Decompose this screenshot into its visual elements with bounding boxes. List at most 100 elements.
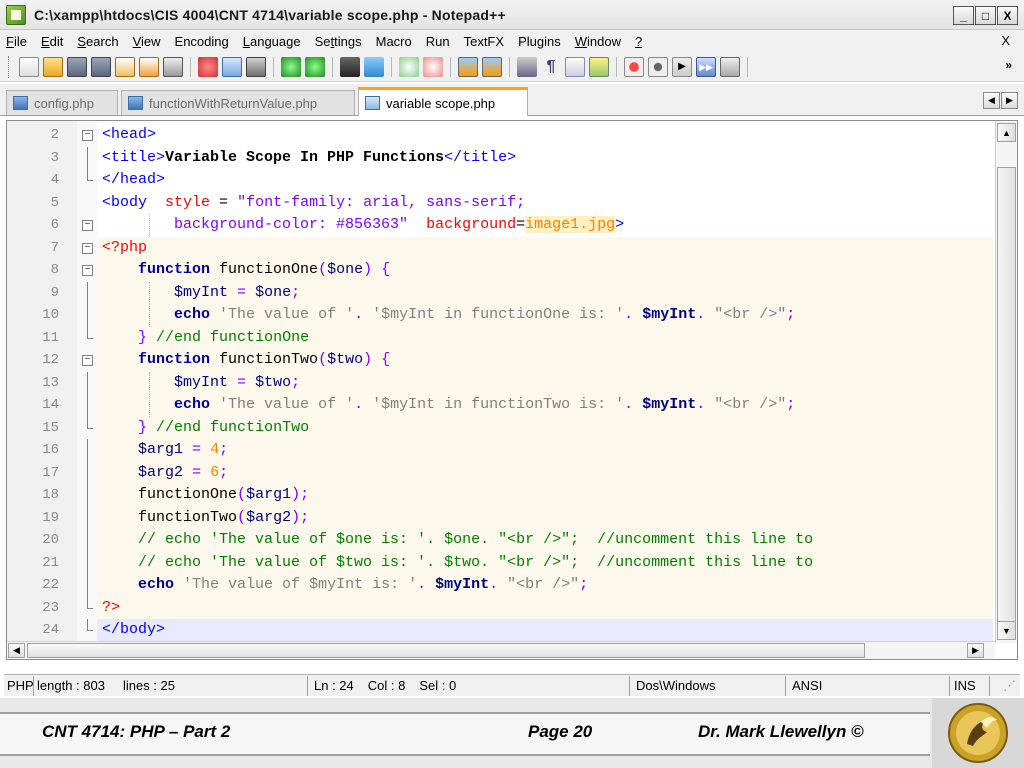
close-all-icon[interactable] xyxy=(139,56,159,77)
fold-line xyxy=(87,371,88,394)
tab-config-php[interactable]: config.php xyxy=(6,90,118,115)
vertical-scroll-thumb[interactable] xyxy=(997,167,1016,623)
code-line: 2 − <head> xyxy=(51,124,993,147)
show-all-chars-icon[interactable]: ¶ xyxy=(541,57,561,77)
line-number: 24 xyxy=(42,622,59,638)
menu-encoding[interactable]: Encoding xyxy=(175,34,229,49)
line-number: 21 xyxy=(42,554,59,571)
tab-variable-scope[interactable]: variable scope.php xyxy=(358,87,528,116)
fold-line xyxy=(87,146,88,169)
scroll-right-icon[interactable]: ▶ xyxy=(967,643,984,658)
scroll-up-icon[interactable]: ▲ xyxy=(997,123,1016,142)
save-all-icon[interactable] xyxy=(91,56,111,77)
code-text: <?php xyxy=(102,238,148,256)
resize-grip-icon[interactable]: ⋰ xyxy=(990,678,1020,694)
code-editor[interactable]: 2 − <head> 3 <title>Variable Scope In PH… xyxy=(6,120,1018,660)
toolbar-separator xyxy=(450,56,451,77)
maximize-button[interactable]: □ xyxy=(975,6,996,25)
line-number: 22 xyxy=(42,577,59,593)
code-line: 21 // echo 'The value of $two is: '. $tw… xyxy=(42,551,993,574)
scroll-down-icon[interactable]: ▼ xyxy=(997,621,1016,640)
toolbar-overflow-icon[interactable]: » xyxy=(1005,58,1012,72)
scroll-left-icon[interactable]: ◀ xyxy=(8,643,25,658)
code-line: 16 $arg1 = 4; xyxy=(42,439,993,462)
status-encoding: ANSI xyxy=(786,675,950,696)
find-icon[interactable] xyxy=(340,56,360,77)
play-macro-icon[interactable]: ▶ xyxy=(672,56,692,77)
wrap-icon[interactable] xyxy=(517,56,537,77)
code-line: 7 − <?php xyxy=(51,236,993,259)
stop-macro-icon[interactable] xyxy=(648,56,668,77)
menu-file[interactable]: File xyxy=(6,34,27,49)
menu-textfx[interactable]: TextFX xyxy=(464,34,504,49)
toolbar-grip[interactable] xyxy=(8,55,11,78)
close-icon[interactable] xyxy=(115,56,135,77)
code-text: functionOne($arg1); xyxy=(138,486,310,503)
status-sel: Sel : 0 xyxy=(419,678,457,693)
code-area[interactable]: 2 − <head> 3 <title>Variable Scope In PH… xyxy=(42,121,993,659)
vertical-scrollbar[interactable]: ▲ ▼ xyxy=(995,121,1017,643)
close-document-button[interactable]: X xyxy=(1001,33,1010,48)
code-line: 20 // echo 'The value of $one is: '. $on… xyxy=(42,529,993,552)
new-file-icon[interactable] xyxy=(19,56,39,77)
file-icon xyxy=(128,96,143,110)
status-bar: PHP length : 803 lines : 25 Ln : 24 Col … xyxy=(4,674,1020,696)
fold-end xyxy=(87,416,93,429)
run-macro-multiple-icon[interactable]: ▶▶ xyxy=(696,56,716,77)
paste-icon[interactable] xyxy=(246,56,266,77)
fold-toggle-icon[interactable]: − xyxy=(82,265,93,276)
horizontal-scroll-thumb[interactable] xyxy=(27,643,865,658)
line-number: 12 xyxy=(42,352,59,368)
code-text: background-color: #856363" background=im… xyxy=(174,216,625,233)
fold-toggle-icon[interactable]: − xyxy=(82,220,93,231)
fold-toggle-icon[interactable]: − xyxy=(82,130,93,141)
menu-settings[interactable]: Settings xyxy=(315,34,362,49)
copy-icon[interactable] xyxy=(222,56,242,77)
close-button[interactable]: X xyxy=(997,6,1018,25)
menu-plugins[interactable]: Plugins xyxy=(518,34,561,49)
menu-edit[interactable]: Edit xyxy=(41,34,63,49)
menu-language[interactable]: Language xyxy=(243,34,301,49)
zoom-out-icon[interactable] xyxy=(423,56,443,77)
line-number: 16 xyxy=(42,442,59,458)
fold-toggle-icon[interactable]: − xyxy=(82,242,93,254)
fold-line xyxy=(87,439,88,462)
footer-course: CNT 4714: PHP – Part 2 xyxy=(42,722,231,741)
undo-icon[interactable] xyxy=(281,56,301,77)
line-number: 4 xyxy=(50,172,59,188)
indent-guide-icon[interactable] xyxy=(565,56,585,77)
minimize-button[interactable]: _ xyxy=(953,6,974,25)
save-icon[interactable] xyxy=(67,56,87,77)
user-lang-icon[interactable] xyxy=(589,56,609,77)
zoom-in-icon[interactable] xyxy=(399,56,419,77)
menu-run[interactable]: Run xyxy=(426,34,450,49)
code-line: 23 ?> xyxy=(42,596,993,619)
replace-icon[interactable] xyxy=(364,56,384,77)
tab-scroll-right-icon[interactable]: ▶ xyxy=(1001,92,1018,109)
line-number: 20 xyxy=(42,532,59,548)
menu-window[interactable]: Window xyxy=(575,34,621,49)
line-number: 8 xyxy=(50,262,59,278)
save-macro-icon[interactable] xyxy=(720,56,740,77)
menu-search[interactable]: Search xyxy=(77,34,118,49)
status-insert-mode: INS xyxy=(950,675,990,696)
fold-toggle-icon[interactable]: − xyxy=(82,355,93,366)
menu-view[interactable]: View xyxy=(133,34,161,49)
tab-scroll-left-icon[interactable]: ◀ xyxy=(983,92,1000,109)
record-macro-icon[interactable] xyxy=(624,56,644,77)
open-file-icon[interactable] xyxy=(43,56,63,77)
tab-function-with-return-value[interactable]: functionWithReturnValue.php xyxy=(121,90,355,115)
redo-icon[interactable] xyxy=(305,56,325,77)
sync-v-icon[interactable] xyxy=(458,56,478,77)
fold-line xyxy=(87,506,88,529)
code-text: $myInt = $two; xyxy=(174,373,301,391)
print-icon[interactable] xyxy=(163,56,183,77)
sync-h-icon[interactable] xyxy=(482,56,502,77)
code-line: 8 − function functionOne($one) { xyxy=(51,259,993,282)
menu-help[interactable]: ? xyxy=(635,34,642,49)
cut-icon[interactable] xyxy=(198,56,218,77)
line-number: 6 xyxy=(50,217,59,233)
horizontal-scrollbar[interactable]: ◀ ▶ xyxy=(7,641,995,659)
menu-macro[interactable]: Macro xyxy=(376,34,412,49)
window-controls: _ □ X xyxy=(953,6,1018,25)
